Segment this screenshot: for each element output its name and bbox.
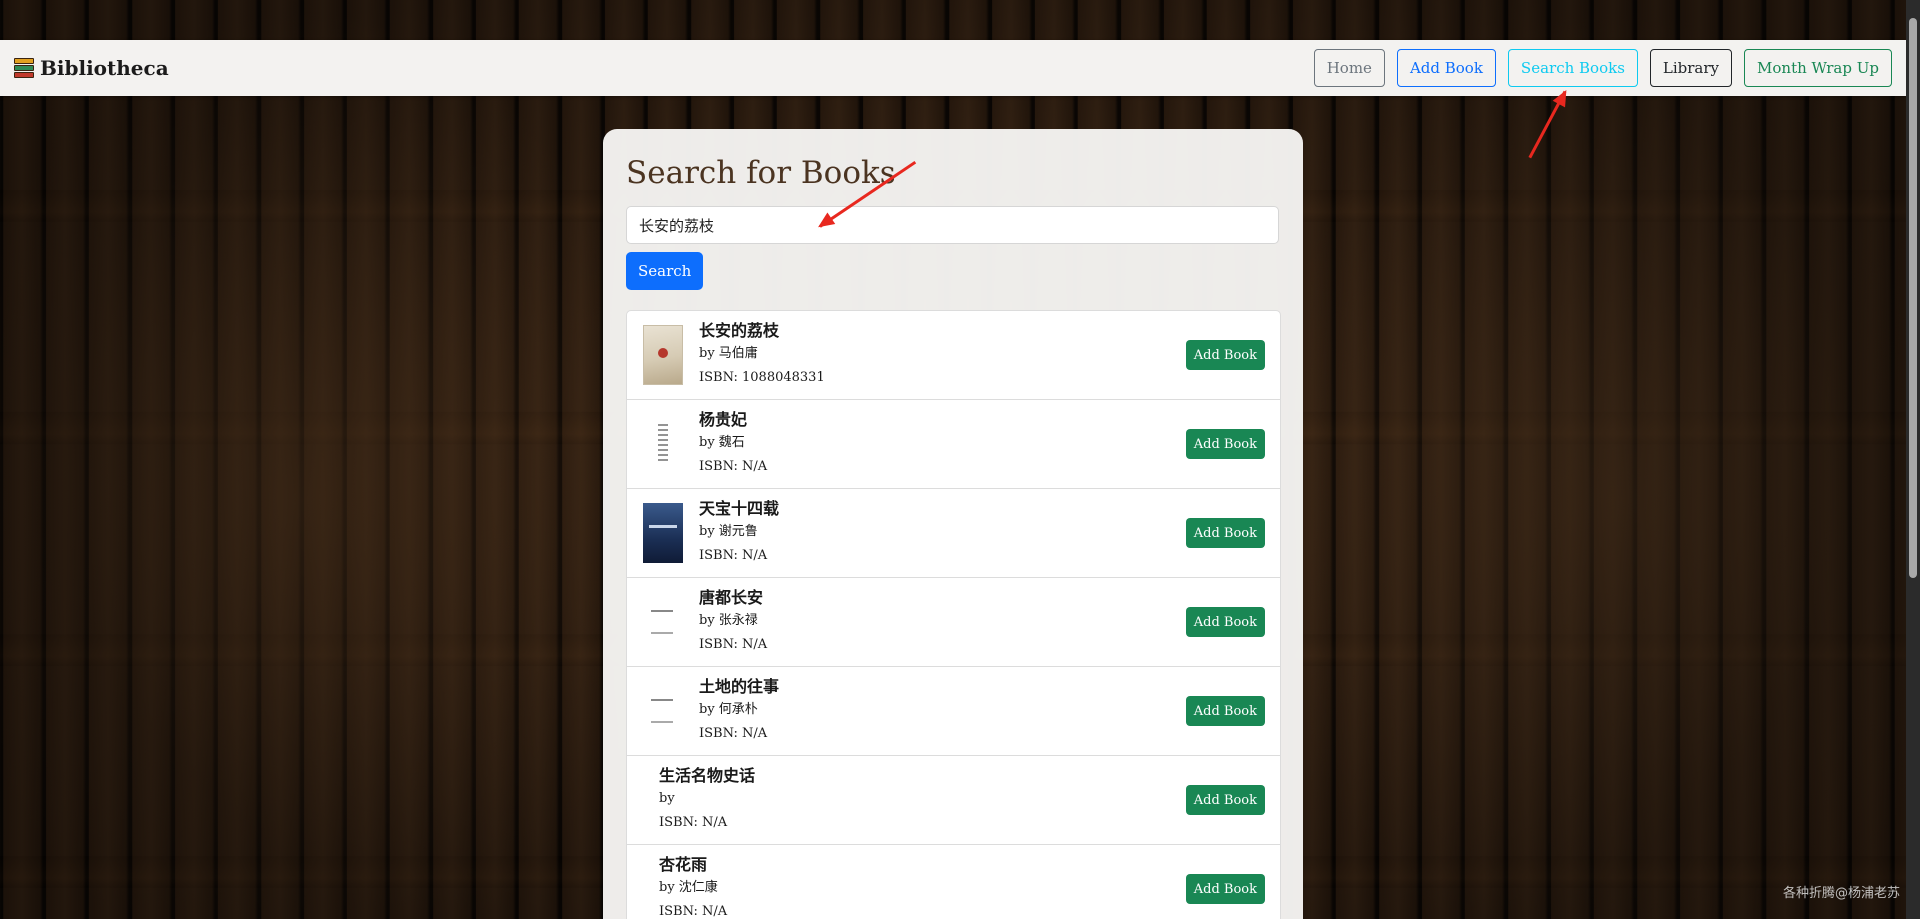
search-button[interactable]: Search [626,252,704,291]
book-info: 生活名物史话 by ISBN: N/A [659,765,1186,835]
book-cover-image [643,503,683,564]
book-cover-image [643,681,683,742]
result-item: 唐都长安 by 张永禄 ISBN: N/A Add Book [627,578,1280,668]
brand[interactable]: Bibliotheca [14,56,169,80]
book-isbn: ISBN: 1088048331 [699,370,825,386]
result-item: 生活名物史话 by ISBN: N/A Add Book [627,756,1280,846]
book-isbn: ISBN: N/A [699,637,768,653]
result-item: 杏花雨 by 沈仁康 ISBN: N/A Add Book [627,845,1280,919]
nav-add-book-button[interactable]: Add Book [1396,49,1496,87]
book-author: by 谢元鲁 [699,524,758,540]
result-item: 长安的荔枝 by 马伯庸 ISBN: 1088048331 Add Book [627,311,1280,401]
nav-library-button[interactable]: Library [1649,49,1733,87]
book-isbn: ISBN: N/A [659,815,728,831]
page-scrollbar[interactable] [1906,0,1920,919]
book-isbn: ISBN: N/A [699,459,768,475]
watermark: 各种折腾@杨浦老苏 [1782,886,1900,901]
nav-button-group: Home Add Book Search Books Library Month Wra… [1313,49,1892,87]
book-author: by 张永禄 [699,613,758,629]
nav-home-button[interactable]: Home [1313,49,1385,87]
book-title: 杏花雨 [659,855,708,875]
book-author: by [659,791,675,807]
brand-name: Bibliotheca [40,56,169,80]
nav-month-wrap-up-button[interactable]: Month Wrap Up [1744,49,1892,87]
add-book-button[interactable]: Add Book [1185,429,1265,460]
book-isbn: ISBN: N/A [699,548,768,564]
book-info: 天宝十四载 by 谢元鲁 ISBN: N/A [699,498,1186,568]
add-book-button[interactable]: Add Book [1185,696,1265,727]
book-title: 土地的往事 [699,677,780,697]
book-info: 长安的荔枝 by 马伯庸 ISBN: 1088048331 [699,320,1186,390]
add-book-button[interactable]: Add Book [1185,518,1265,549]
book-title: 杨贵妃 [699,410,748,430]
book-title: 生活名物史话 [659,766,756,786]
book-info: 土地的往事 by 何承朴 ISBN: N/A [699,676,1186,746]
page-title: Search for Books [626,155,896,191]
stacked-books-icon [14,58,34,78]
book-author: by 沈仁康 [659,880,718,896]
add-book-button[interactable]: Add Book [1185,785,1265,816]
book-cover-image [643,414,683,475]
result-item: 天宝十四载 by 谢元鲁 ISBN: N/A Add Book [627,489,1280,579]
book-cover-image [643,325,683,386]
book-title: 唐都长安 [699,588,764,608]
book-author: by 何承朴 [699,702,758,718]
book-info: 唐都长安 by 张永禄 ISBN: N/A [699,587,1186,657]
annotation-arrow-search-books-tab [1528,90,1567,159]
book-author: by 马伯庸 [699,346,758,362]
book-info: 杏花雨 by 沈仁康 ISBN: N/A [659,854,1186,919]
top-navbar: Bibliotheca Home Add Book Search Books Libr… [0,40,1906,96]
book-title: 天宝十四载 [699,499,780,519]
book-author: by 魏石 [699,435,745,451]
book-isbn: ISBN: N/A [699,726,768,742]
add-book-button[interactable]: Add Book [1185,340,1265,371]
book-info: 杨贵妃 by 魏石 ISBN: N/A [699,409,1186,479]
add-book-button[interactable]: Add Book [1185,607,1265,638]
book-isbn: ISBN: N/A [659,904,728,919]
result-item: 土地的往事 by 何承朴 ISBN: N/A Add Book [627,667,1280,757]
search-input[interactable] [626,206,1279,245]
search-card: Search for Books Search 长安的荔枝 by 马伯庸 ISBN:… [603,129,1303,919]
book-cover-image [643,592,683,653]
add-book-button[interactable]: Add Book [1185,874,1265,905]
book-title: 长安的荔枝 [699,321,780,341]
nav-search-books-button[interactable]: Search Books [1507,49,1638,87]
result-item: 杨贵妃 by 魏石 ISBN: N/A Add Book [627,400,1280,490]
search-results-list: 长安的荔枝 by 马伯庸 ISBN: 1088048331 Add Book 杨贵妃 by… [626,310,1281,919]
scrollbar-thumb[interactable] [1909,18,1917,578]
